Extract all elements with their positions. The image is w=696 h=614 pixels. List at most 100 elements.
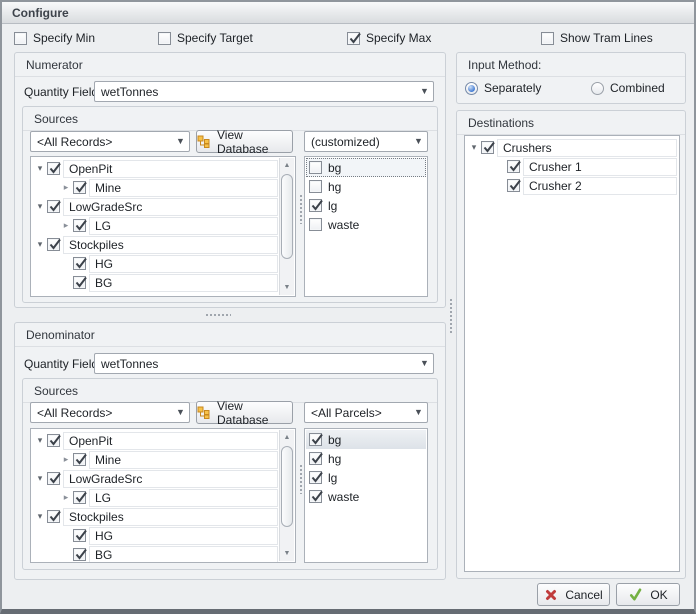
tree-node-label[interactable]: Stockpiles <box>63 507 278 526</box>
parcel-item[interactable]: lg <box>306 468 426 487</box>
radio-combined[interactable]: Combined <box>591 81 665 95</box>
checkbox-icon[interactable] <box>309 471 323 484</box>
parcel-item[interactable]: hg <box>306 177 426 196</box>
parcel-item[interactable]: bg <box>306 158 426 177</box>
numerator-sources-tree[interactable]: ▾ OpenPit ▸ Mine ▾ LowGradeSrc ▸ LG ▾ Stockpiles H… <box>30 156 296 297</box>
checkbox-icon[interactable] <box>73 529 87 542</box>
checkbox-icon[interactable] <box>481 141 495 154</box>
specify-target-checkbox[interactable]: Specify Target <box>158 31 253 45</box>
scroll-down-icon[interactable]: ▼ <box>280 546 294 561</box>
tree-list-splitter[interactable] <box>299 194 303 224</box>
tree-row[interactable]: ▾ Stockpiles <box>33 507 278 526</box>
left-right-splitter[interactable] <box>449 298 453 334</box>
chevron-down-icon[interactable]: ▼ <box>172 403 189 422</box>
tree-node-label[interactable]: BG <box>89 545 278 562</box>
chevron-down-icon[interactable]: ▼ <box>410 132 427 151</box>
checkbox-icon[interactable] <box>73 491 87 504</box>
checkbox-icon[interactable] <box>309 490 323 503</box>
checkbox-icon[interactable] <box>309 180 322 193</box>
scroll-up-icon[interactable]: ▲ <box>280 158 294 173</box>
parcel-item[interactable]: bg <box>306 430 426 449</box>
tree-row[interactable]: Crusher 2 <box>467 176 677 195</box>
specify-min-checkbox[interactable]: Specify Min <box>14 31 95 45</box>
radio-separately[interactable]: Separately <box>465 81 541 95</box>
show-tram-lines-checkbox[interactable]: Show Tram Lines <box>541 31 653 45</box>
denominator-sources-tree[interactable]: ▾ OpenPit ▸ Mine ▾ LowGradeSrc ▸ LG ▾ Stockpiles H… <box>30 428 296 563</box>
scroll-up-icon[interactable]: ▲ <box>280 430 294 445</box>
collapse-icon[interactable]: ▾ <box>33 473 47 484</box>
checkbox-icon[interactable] <box>541 31 554 45</box>
tree-row[interactable]: ▸ LG <box>33 488 278 507</box>
chevron-down-icon[interactable]: ▼ <box>416 82 433 101</box>
collapse-icon[interactable]: ▾ <box>33 201 47 212</box>
numerator-quantity-field-combo[interactable]: wetTonnes ▼ <box>94 81 434 102</box>
tree-node-label[interactable]: LG <box>89 216 278 235</box>
tree-row[interactable]: HG <box>33 526 278 545</box>
tree-node-label[interactable]: Mine <box>89 178 278 197</box>
numerator-records-filter-combo[interactable]: <All Records> ▼ <box>30 131 190 152</box>
radio-icon[interactable] <box>591 81 604 95</box>
tree-row[interactable]: ▾ OpenPit <box>33 159 278 178</box>
chevron-down-icon[interactable]: ▼ <box>416 354 433 373</box>
expand-icon[interactable]: ▸ <box>59 182 73 193</box>
numerator-parcels-filter-combo[interactable]: (customized) ▼ <box>304 131 428 152</box>
expand-icon[interactable]: ▸ <box>59 220 73 231</box>
checkbox-icon[interactable] <box>14 31 27 45</box>
collapse-icon[interactable]: ▾ <box>467 142 481 153</box>
denominator-parcels-filter-combo[interactable]: <All Parcels> ▼ <box>304 402 428 423</box>
destinations-tree[interactable]: ▾ Crushers Crusher 1 Crusher 2 <box>464 135 680 572</box>
tree-node-label[interactable]: HG <box>89 254 278 273</box>
tree-node-label[interactable]: HG <box>89 526 278 545</box>
tree-row[interactable]: ▾ LowGradeSrc <box>33 197 278 216</box>
specify-max-checkbox[interactable]: Specify Max <box>347 31 431 45</box>
tree-node-label[interactable]: LG <box>89 488 278 507</box>
tree-node-label[interactable]: LowGradeSrc <box>63 469 278 488</box>
radio-icon[interactable] <box>465 81 478 95</box>
tree-node-label[interactable]: Crushers <box>497 138 677 157</box>
tree-row[interactable]: Crusher 1 <box>467 157 677 176</box>
denominator-view-database-button[interactable]: View Database <box>196 399 293 427</box>
expand-icon[interactable]: ▸ <box>59 454 73 465</box>
checkbox-icon[interactable] <box>73 276 87 289</box>
parcel-item[interactable]: waste <box>306 487 426 506</box>
tree-row[interactable]: ▾ Crushers <box>467 138 677 157</box>
scrollbar[interactable]: ▲ ▼ <box>279 430 294 561</box>
expand-icon[interactable]: ▸ <box>59 492 73 503</box>
checkbox-icon[interactable] <box>47 434 61 447</box>
tree-row[interactable]: ▾ OpenPit <box>33 431 278 450</box>
parcel-item[interactable]: waste <box>306 215 426 234</box>
checkbox-icon[interactable] <box>73 548 87 561</box>
tree-node-label[interactable]: Stockpiles <box>63 235 278 254</box>
checkbox-icon[interactable] <box>73 181 87 194</box>
chevron-down-icon[interactable]: ▼ <box>410 403 427 422</box>
tree-row[interactable]: ▸ Mine <box>33 450 278 469</box>
numerator-view-database-button[interactable]: View Database <box>196 128 293 156</box>
tree-node-label[interactable]: Mine <box>89 450 278 469</box>
ok-button[interactable]: OK <box>616 583 680 606</box>
collapse-icon[interactable]: ▾ <box>33 511 47 522</box>
numerator-denominator-splitter[interactable] <box>205 313 231 317</box>
tree-row[interactable]: ▸ LG <box>33 216 278 235</box>
denominator-records-filter-combo[interactable]: <All Records> ▼ <box>30 402 190 423</box>
checkbox-icon[interactable] <box>47 162 61 175</box>
checkbox-icon[interactable] <box>309 433 323 446</box>
denominator-parcels-list[interactable]: bg hg lg waste <box>304 428 428 563</box>
tree-row[interactable]: ▾ Stockpiles <box>33 235 278 254</box>
checkbox-icon[interactable] <box>507 160 521 173</box>
checkbox-icon[interactable] <box>309 452 323 465</box>
tree-node-label[interactable]: OpenPit <box>63 159 278 178</box>
checkbox-icon[interactable] <box>73 257 87 270</box>
checkbox-icon[interactable] <box>507 179 521 192</box>
tree-node-label[interactable]: Crusher 2 <box>523 176 677 195</box>
parcel-item[interactable]: lg <box>306 196 426 215</box>
checkbox-icon[interactable] <box>73 219 87 232</box>
tree-node-label[interactable]: BG <box>89 273 278 292</box>
cancel-button[interactable]: Cancel <box>537 583 610 606</box>
tree-row[interactable]: HG <box>33 254 278 273</box>
tree-list-splitter[interactable] <box>299 464 303 494</box>
checkbox-icon[interactable] <box>47 238 61 251</box>
scrollbar-thumb[interactable] <box>281 174 293 259</box>
title-bar[interactable]: Configure <box>2 2 694 24</box>
scroll-down-icon[interactable]: ▼ <box>280 280 294 295</box>
chevron-down-icon[interactable]: ▼ <box>172 132 189 151</box>
